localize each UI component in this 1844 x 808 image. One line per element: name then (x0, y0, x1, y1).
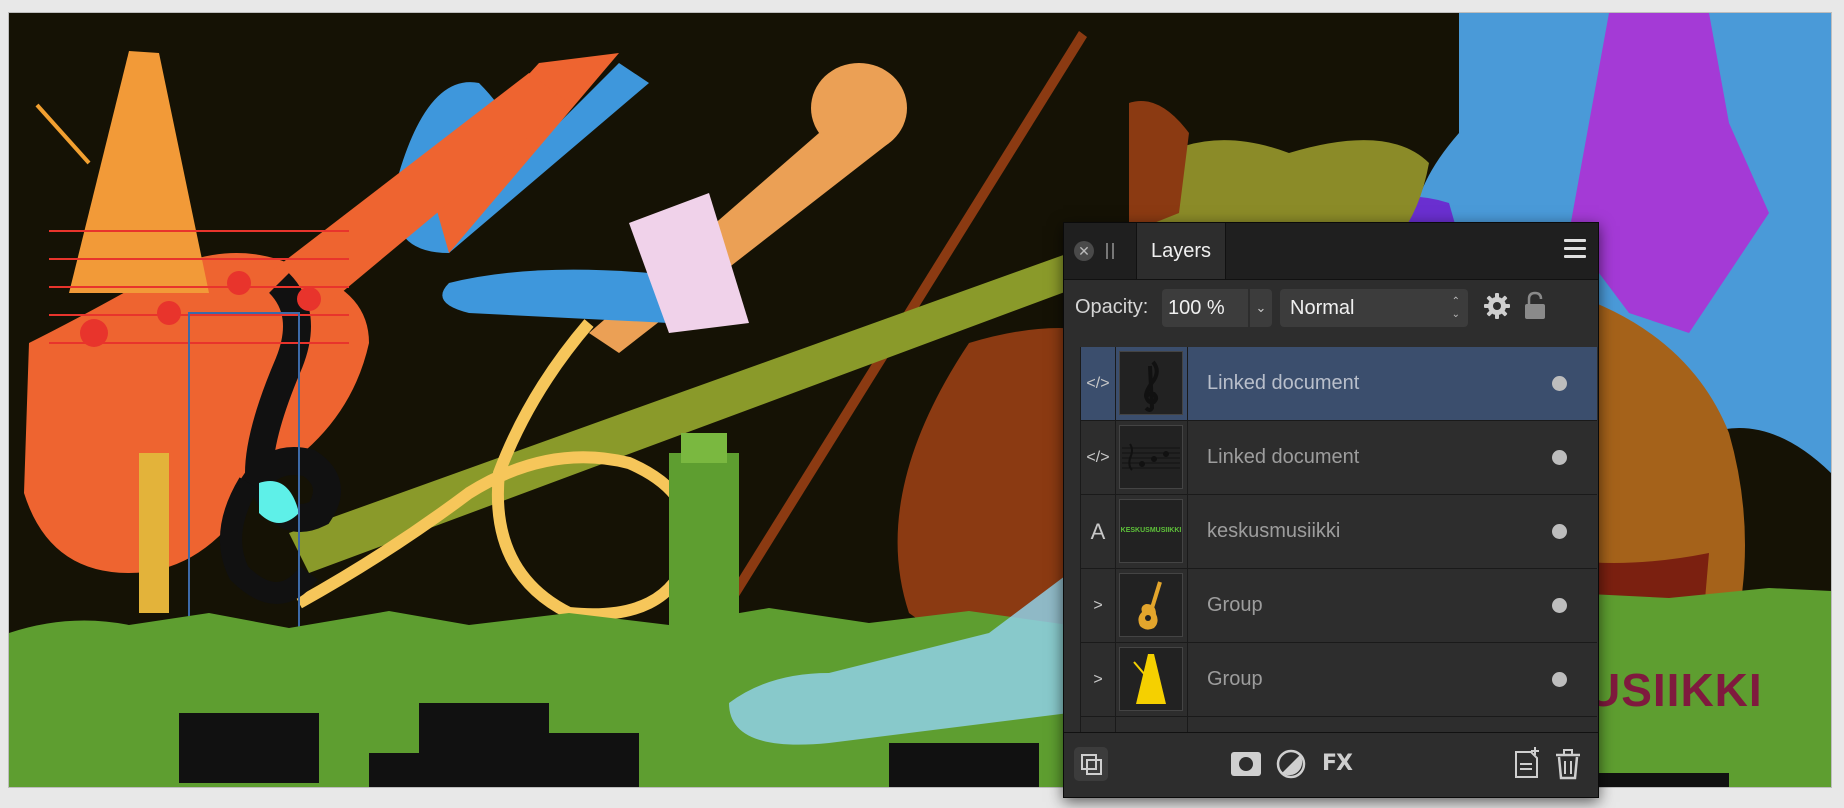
thumb-text: KESKUSMUSIIKKI (1120, 527, 1182, 534)
layer-thumbnail (1119, 647, 1183, 711)
guitar-icon (1138, 581, 1162, 630)
linked-document-icon: </> (1081, 347, 1116, 420)
close-icon[interactable]: ✕ (1074, 241, 1094, 261)
visibility-toggle[interactable] (1552, 672, 1567, 687)
lock-icon[interactable] (1522, 291, 1548, 321)
canvas-text-usiikki: USIIKKI (1587, 664, 1763, 716)
blend-mode-value: Normal (1290, 297, 1355, 319)
fx-icon[interactable]: FX (1322, 751, 1353, 776)
mask-icon[interactable] (1229, 747, 1263, 781)
layer-name: Linked document (1207, 372, 1360, 394)
row-divider (1187, 421, 1188, 494)
row-divider (1187, 569, 1188, 642)
layers-panel: ✕ Layers Opacity: 100 % ⌄ Normal ⌃ ⌄ </>… (1063, 222, 1599, 798)
add-layer-icon[interactable] (1509, 747, 1543, 781)
row-divider (1187, 643, 1188, 716)
adjustment-icon[interactable] (1274, 747, 1308, 781)
layer-name: Group (1207, 594, 1263, 616)
visibility-toggle[interactable] (1552, 376, 1567, 391)
trash-icon[interactable] (1551, 747, 1585, 781)
treble-clef-icon (1143, 360, 1159, 412)
opacity-input[interactable]: 100 % (1162, 289, 1248, 327)
layer-thumbnail (1119, 573, 1183, 637)
expand-chevron-icon[interactable]: > (1081, 569, 1116, 642)
layer-row[interactable]: > Group (1081, 569, 1597, 643)
layer-thumbnail (1119, 351, 1183, 415)
layer-list: </> Linked document </> Linked document … (1080, 347, 1597, 735)
expand-chevron-icon[interactable]: > (1081, 643, 1116, 716)
copy-layers-icon[interactable] (1074, 747, 1108, 781)
stepper-arrows-icon: ⌃ ⌄ (1451, 296, 1460, 320)
gear-icon[interactable] (1482, 291, 1512, 321)
layer-row[interactable]: > Group (1081, 643, 1597, 717)
layer-name: Group (1207, 668, 1263, 690)
chevron-down-icon[interactable]: ⌄ (1250, 289, 1272, 327)
layer-controls: Opacity: 100 % ⌄ Normal ⌃ ⌄ (1064, 279, 1598, 335)
layer-row[interactable]: A KESKUSMUSIIKKI keskusmusiikki (1081, 495, 1597, 569)
visibility-toggle[interactable] (1552, 450, 1567, 465)
panel-footer: FX (1064, 732, 1598, 797)
linked-document-icon: </> (1081, 421, 1116, 494)
panel-header: ✕ Layers (1064, 223, 1598, 280)
layer-thumbnail (1119, 425, 1183, 489)
layer-thumbnail: KESKUSMUSIIKKI (1119, 499, 1183, 563)
layer-row[interactable]: </> Linked document (1081, 347, 1597, 421)
metronome-icon (1133, 654, 1166, 704)
menu-icon[interactable] (1564, 239, 1586, 261)
row-divider (1187, 495, 1188, 568)
layer-name: keskusmusiikki (1207, 520, 1341, 542)
layer-row[interactable]: </> Linked document (1081, 421, 1597, 495)
tab-layers[interactable]: Layers (1136, 223, 1226, 279)
visibility-toggle[interactable] (1552, 598, 1567, 613)
drag-handle[interactable] (1106, 243, 1114, 259)
visibility-toggle[interactable] (1552, 524, 1567, 539)
text-layer-icon: A (1081, 495, 1116, 568)
row-divider (1187, 347, 1188, 420)
layer-name: Linked document (1207, 446, 1360, 468)
opacity-label: Opacity: (1075, 296, 1149, 318)
blend-mode-select[interactable]: Normal ⌃ ⌄ (1280, 289, 1468, 327)
music-notes-icon (1122, 443, 1180, 471)
